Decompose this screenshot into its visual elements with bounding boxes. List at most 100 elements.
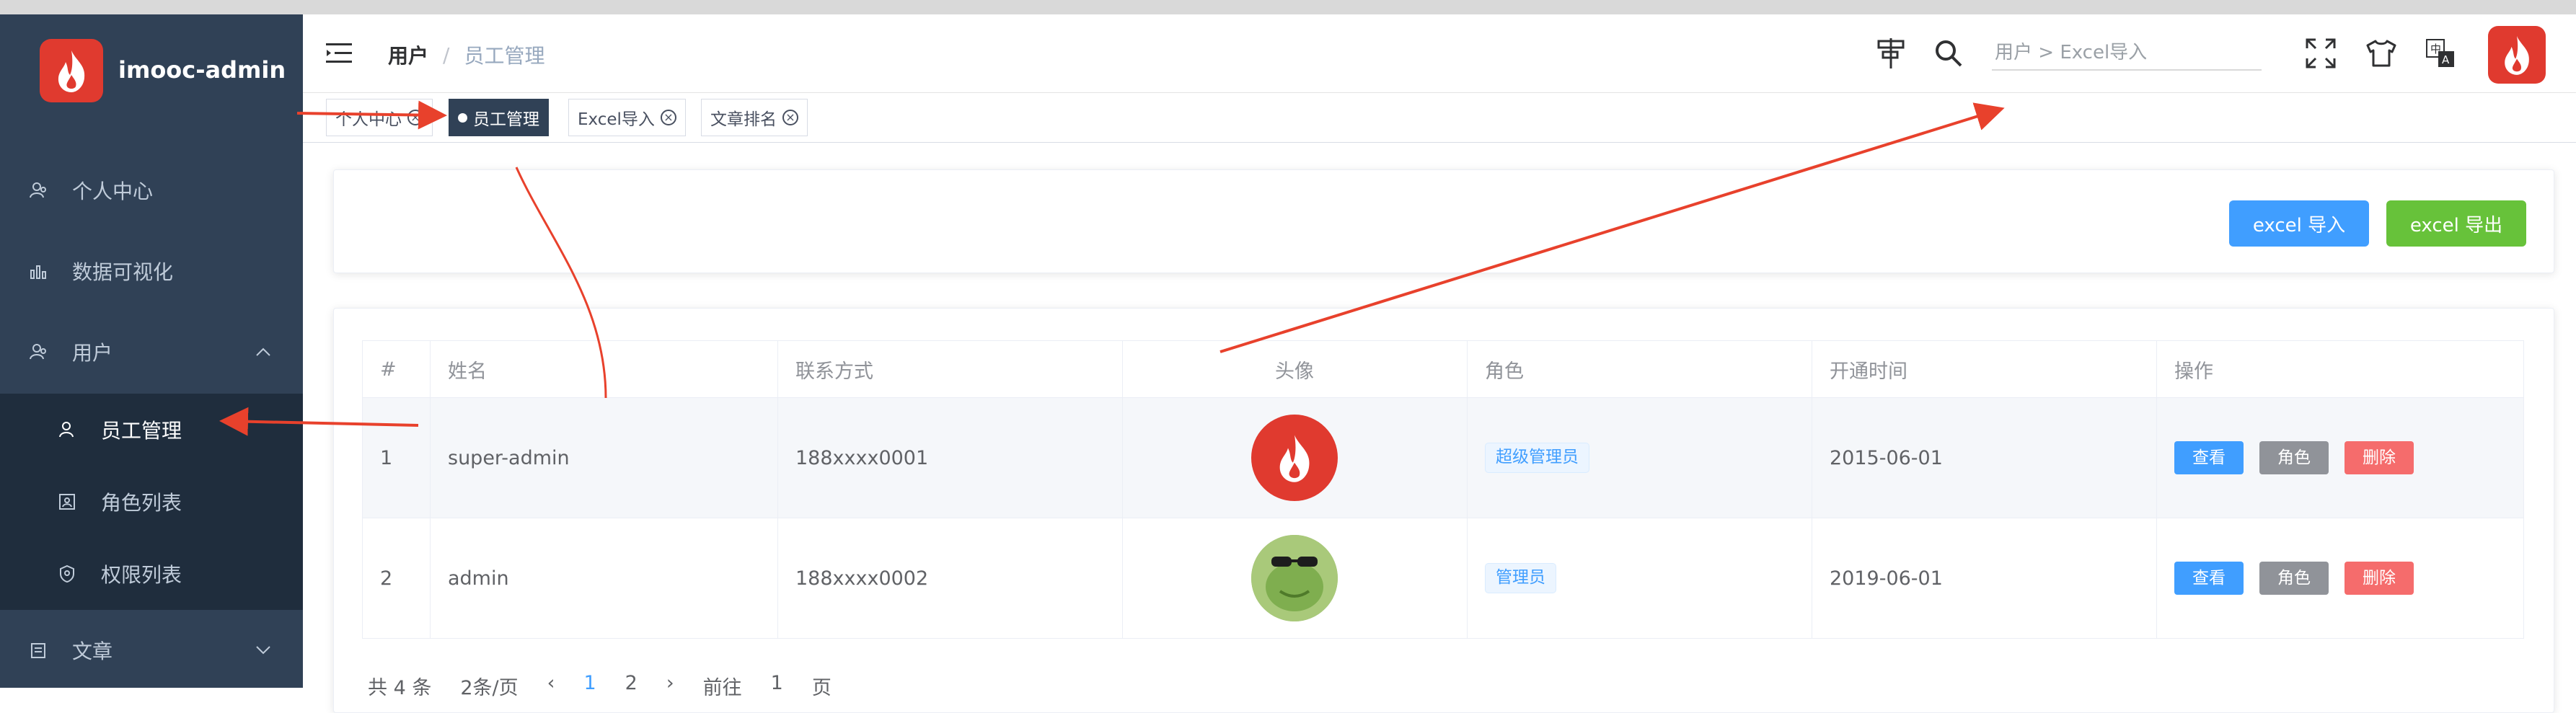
sidebar-item-label: 员工管理	[101, 419, 182, 443]
cell-avatar	[1122, 518, 1468, 639]
search-icon[interactable]	[1931, 36, 1966, 71]
pagination: 共 4 条 2条/页 ‹ 1 2 › 前往 1 页	[368, 672, 832, 700]
delete-button[interactable]: 删除	[2345, 441, 2414, 474]
pagination-total: 共 4 条	[368, 677, 432, 699]
tag-label: Excel导入	[578, 110, 655, 129]
users-icon	[27, 341, 49, 363]
table-row: 1 super-admin 188xxxx0001 超级管理员 2015-06-…	[362, 397, 2524, 518]
user-profile-icon	[27, 180, 49, 201]
sidebar: imooc-admin 个人中心 数据可视化 用户 员工管理 角色列表 权限列表…	[0, 14, 303, 688]
chevron-up-icon	[252, 341, 274, 363]
close-icon[interactable]: ×	[407, 110, 423, 125]
cell-phone: 188xxxx0001	[777, 397, 1123, 518]
table-row: 2 admin 188xxxx0002 管理员 2019-06-01 查看 角色删…	[362, 518, 2524, 639]
bar-chart-icon	[27, 260, 49, 282]
tags-view: 个人中心 × 员工管理 Excel导入 × 文章排名 ×	[303, 93, 2576, 143]
sidebar-item-profile[interactable]: 个人中心	[0, 154, 303, 226]
pagination-page-size[interactable]: 2条/页	[460, 672, 518, 700]
cell-avatar	[1122, 397, 1468, 518]
active-dot-icon	[458, 112, 467, 123]
svg-text:A: A	[2442, 53, 2450, 66]
sidebar-item-users[interactable]: 用户	[0, 316, 303, 388]
sidebar-item-articles[interactable]: 文章	[0, 614, 303, 686]
cell-role: 管理员	[1467, 518, 1812, 639]
column-header-avatar: 头像	[1122, 340, 1468, 398]
column-header-actions: 操作	[2156, 340, 2524, 398]
excel-export-button[interactable]: excel 导出	[2386, 200, 2526, 247]
close-icon[interactable]: ×	[782, 110, 798, 125]
tag-label: 个人中心	[335, 110, 402, 129]
cell-name: admin	[430, 518, 778, 639]
pagination-page-2[interactable]: 2	[625, 672, 638, 700]
role-button[interactable]: 角色	[2259, 441, 2329, 474]
cell-role: 超级管理员	[1467, 397, 1812, 518]
sidebar-item-label: 用户	[72, 341, 113, 365]
permission-icon	[56, 563, 78, 585]
hamburger-icon[interactable]	[326, 42, 355, 65]
sidebar-item-label: 文章	[72, 639, 113, 663]
sidebar-item-label: 权限列表	[101, 563, 182, 587]
flame-avatar-icon[interactable]	[1251, 415, 1338, 501]
theme-icon[interactable]	[2364, 36, 2399, 71]
employee-icon	[56, 419, 78, 440]
role-button[interactable]: 角色	[2259, 562, 2329, 595]
pagination-goto-input[interactable]: 1	[771, 672, 783, 700]
breadcrumb-item-users[interactable]: 用户	[388, 40, 428, 69]
sidebar-item-employee-management[interactable]: 员工管理	[0, 394, 303, 466]
excel-import-button[interactable]: excel 导入	[2229, 200, 2369, 247]
column-header-role: 角色	[1467, 340, 1812, 398]
view-button[interactable]: 查看	[2174, 562, 2244, 595]
column-header-contact: 联系方式	[777, 340, 1123, 398]
tag-article-ranking[interactable]: 文章排名 ×	[701, 99, 808, 136]
cell-actions: 查看 角色 删除	[2156, 518, 2524, 639]
toolbar-card: excel 导入 excel 导出	[333, 169, 2554, 273]
sidebar-item-role-list[interactable]: 角色列表	[0, 466, 303, 538]
fullscreen-icon[interactable]	[2303, 36, 2338, 71]
guide-icon[interactable]	[1874, 36, 1908, 71]
role-icon	[56, 491, 78, 513]
table-header-row: # 姓名 联系方式 头像 角色 开通时间 操作	[362, 340, 2524, 398]
column-header-open-date: 开通时间	[1812, 340, 2157, 398]
close-icon[interactable]: ×	[660, 110, 676, 125]
logo-area[interactable]: imooc-admin	[0, 14, 303, 123]
pagination-goto-label: 前往	[702, 677, 742, 699]
tag-excel-import[interactable]: Excel导入 ×	[568, 99, 686, 136]
navbar: 用户 / 员工管理 中A	[303, 14, 2576, 93]
browser-top-strip	[0, 0, 2576, 15]
user-avatar[interactable]	[2488, 26, 2546, 84]
cell-actions: 查看 角色 删除	[2156, 397, 2524, 518]
tag-label: 文章排名	[710, 110, 777, 129]
tag-label: 员工管理	[473, 110, 539, 129]
tag-employee-management[interactable]: 员工管理	[449, 99, 549, 136]
column-header-name: 姓名	[430, 340, 778, 398]
sidebar-item-label: 个人中心	[72, 180, 154, 203]
cell-phone: 188xxxx0002	[777, 518, 1123, 639]
breadcrumb: 用户 / 员工管理	[388, 40, 544, 69]
role-badge: 管理员	[1485, 563, 1556, 593]
pagination-prev-button[interactable]: ‹	[547, 672, 555, 700]
cell-date: 2019-06-01	[1812, 518, 2157, 639]
pagination-next-button[interactable]: ›	[666, 672, 674, 700]
header-search-input[interactable]	[1992, 36, 2262, 71]
role-badge: 超级管理员	[1485, 443, 1589, 473]
cell-name: super-admin	[430, 397, 778, 518]
view-button[interactable]: 查看	[2174, 441, 2244, 474]
sidebar-item-permission-list[interactable]: 权限列表	[0, 538, 303, 610]
sidebar-item-data-visualization[interactable]: 数据可视化	[0, 235, 303, 307]
cell-index: 1	[362, 397, 431, 518]
cell-index: 2	[362, 518, 431, 639]
breadcrumb-separator: /	[443, 43, 450, 67]
column-header-index: #	[362, 340, 431, 398]
frog-avatar-icon[interactable]	[1251, 535, 1338, 621]
delete-button[interactable]: 删除	[2345, 562, 2414, 595]
breadcrumb-item-current: 员工管理	[464, 44, 545, 68]
users-table: # 姓名 联系方式 头像 角色 开通时间 操作 1 super-admin 18…	[362, 340, 2524, 639]
language-icon[interactable]: 中A	[2423, 36, 2458, 71]
chevron-down-icon	[252, 639, 274, 661]
pagination-page-1[interactable]: 1	[583, 672, 596, 700]
tag-profile[interactable]: 个人中心 ×	[326, 99, 433, 136]
sidebar-item-label: 角色列表	[101, 491, 182, 515]
app-title: imooc-admin	[118, 56, 286, 84]
pagination-page-unit: 页	[811, 677, 832, 699]
cell-date: 2015-06-01	[1812, 397, 2157, 518]
